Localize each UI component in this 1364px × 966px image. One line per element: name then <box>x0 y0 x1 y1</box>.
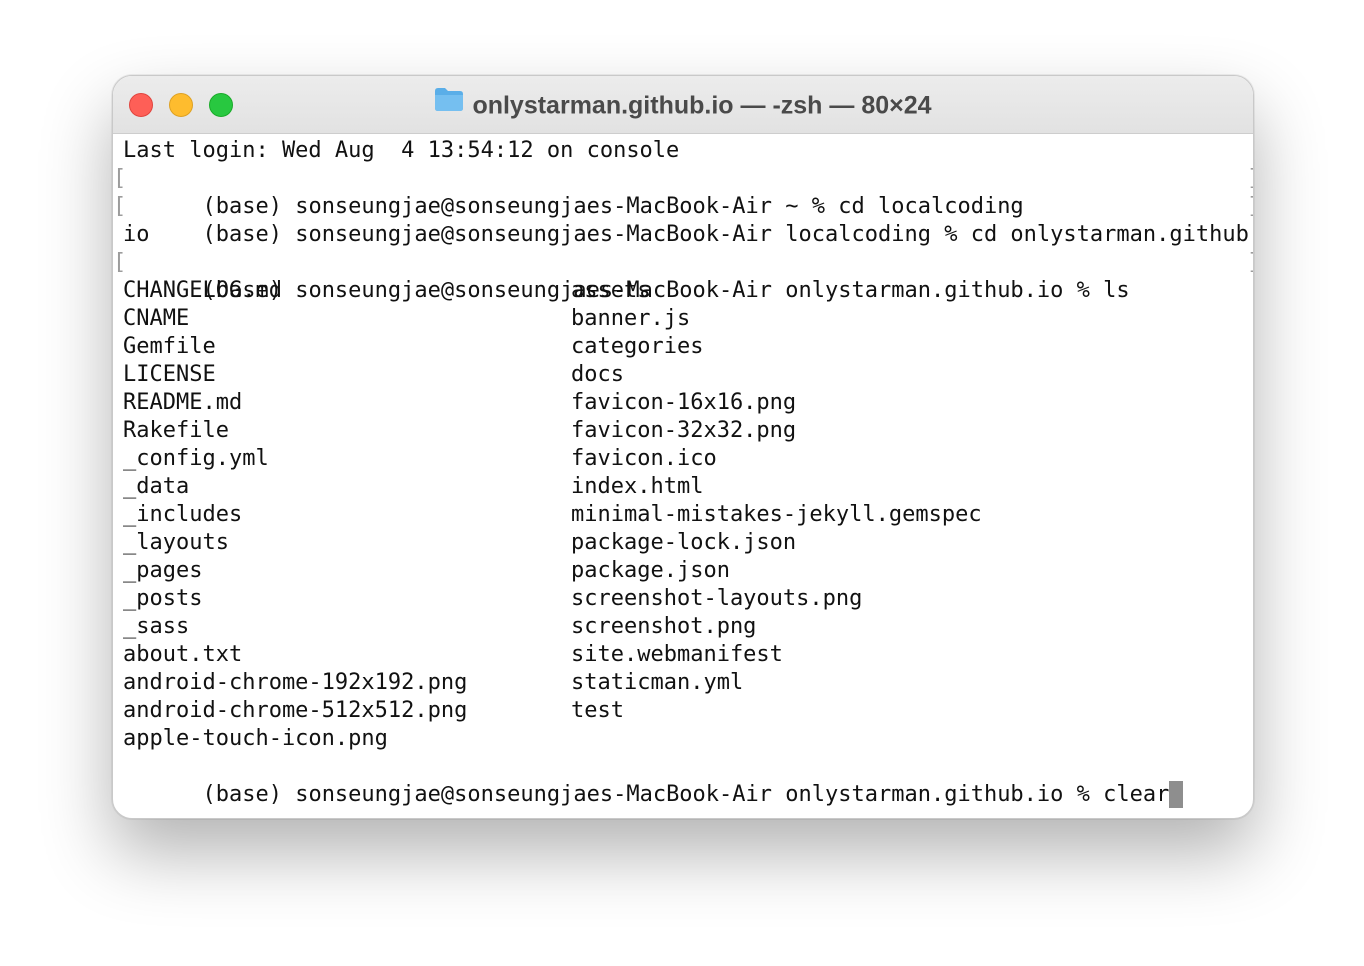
listing-row: _includes minimal-mistakes-jekyll.gemspec <box>123 501 1253 529</box>
file-name: README.md <box>123 390 243 415</box>
text-cursor <box>1169 781 1184 808</box>
file-name: favicon.ico <box>571 446 717 471</box>
file-name: package-lock.json <box>571 530 797 555</box>
file-name: screenshot-layouts.png <box>571 586 863 611</box>
file-name: staticman.yml <box>571 670 744 695</box>
file-name: test <box>571 698 624 723</box>
command-line: [(base) sonseungjae@sonseungjaes-MacBook… <box>113 193 1253 247</box>
file-name: package.json <box>571 558 730 583</box>
mark-right: ] <box>1247 165 1253 193</box>
file-name: banner.js <box>571 306 691 331</box>
file-name: _config.yml <box>123 446 269 471</box>
listing-row: CHANGELOG.md assets <box>123 277 1253 305</box>
file-name: site.webmanifest <box>571 642 783 667</box>
last-login-line: Last login: Wed Aug 4 13:54:12 on consol… <box>123 138 680 163</box>
mark-left: [ <box>113 166 127 191</box>
file-name: android-chrome-192x192.png <box>123 670 468 695</box>
window-title: onlystarman.github.io — -zsh — 80×24 <box>113 88 1253 120</box>
file-name: CNAME <box>123 306 190 331</box>
command-wrap-line: io <box>123 222 150 247</box>
listing-row: android-chrome-192x192.png staticman.yml <box>123 669 1253 697</box>
listing-row: apple-touch-icon.png <box>123 725 1253 753</box>
listing-row: _config.yml favicon.ico <box>123 445 1253 473</box>
mark-left: [ <box>113 194 127 219</box>
file-name: _pages <box>123 558 203 583</box>
file-name: assets <box>571 278 651 303</box>
terminal-window: onlystarman.github.io — -zsh — 80×24 Las… <box>112 75 1254 819</box>
file-name: categories <box>571 334 704 359</box>
mark-right: ] <box>1247 249 1253 277</box>
file-name: apple-touch-icon.png <box>123 726 388 751</box>
file-name: favicon-16x16.png <box>571 390 797 415</box>
listing-row: README.md favicon-16x16.png <box>123 389 1253 417</box>
listing-row: Rakefile favicon-32x32.png <box>123 417 1253 445</box>
file-name: LICENSE <box>123 362 216 387</box>
listing-row: android-chrome-512x512.png test <box>123 697 1253 725</box>
file-name: _posts <box>123 586 203 611</box>
listing-row: about.txt site.webmanifest <box>123 641 1253 669</box>
command-line: [(base) sonseungjae@sonseungjaes-MacBook… <box>113 249 1253 303</box>
current-prompt-line[interactable]: (base) sonseungjae@sonseungjaes-MacBook-… <box>123 753 1253 808</box>
title-bar[interactable]: onlystarman.github.io — -zsh — 80×24 <box>113 76 1253 134</box>
prompt-text: (base) sonseungjae@sonseungjaes-MacBook-… <box>202 782 1170 807</box>
file-name: _includes <box>123 502 243 527</box>
window-title-text: onlystarman.github.io — -zsh — 80×24 <box>472 91 932 120</box>
listing-row: CNAME banner.js <box>123 305 1253 333</box>
file-name: Gemfile <box>123 334 216 359</box>
file-name: Rakefile <box>123 418 229 443</box>
command-line: [(base) sonseungjae@sonseungjaes-MacBook… <box>113 165 1253 219</box>
listing-row: _layouts package-lock.json <box>123 529 1253 557</box>
folder-icon <box>434 86 464 120</box>
file-name: CHANGELOG.md <box>123 278 282 303</box>
mark-left: [ <box>113 250 127 275</box>
terminal-output[interactable]: Last login: Wed Aug 4 13:54:12 on consol… <box>113 137 1253 818</box>
file-name: _sass <box>123 614 190 639</box>
listing-row: LICENSE docs <box>123 361 1253 389</box>
file-name: screenshot.png <box>571 614 757 639</box>
file-name: docs <box>571 362 624 387</box>
ls-listing: CHANGELOG.md assets CNAME banner.js Gemfile c… <box>123 277 1253 753</box>
file-name: index.html <box>571 474 704 499</box>
file-name: minimal-mistakes-jekyll.gemspec <box>571 502 982 527</box>
listing-row: _posts screenshot-layouts.png <box>123 585 1253 613</box>
file-name: _data <box>123 474 190 499</box>
file-name: about.txt <box>123 642 243 667</box>
listing-row: _sass screenshot.png <box>123 613 1253 641</box>
mark-right: ] <box>1247 193 1253 221</box>
file-name: android-chrome-512x512.png <box>123 698 468 723</box>
listing-row: _data index.html <box>123 473 1253 501</box>
listing-row: _pages package.json <box>123 557 1253 585</box>
file-name: favicon-32x32.png <box>571 418 797 443</box>
listing-row: Gemfile categories <box>123 333 1253 361</box>
file-name: _layouts <box>123 530 229 555</box>
